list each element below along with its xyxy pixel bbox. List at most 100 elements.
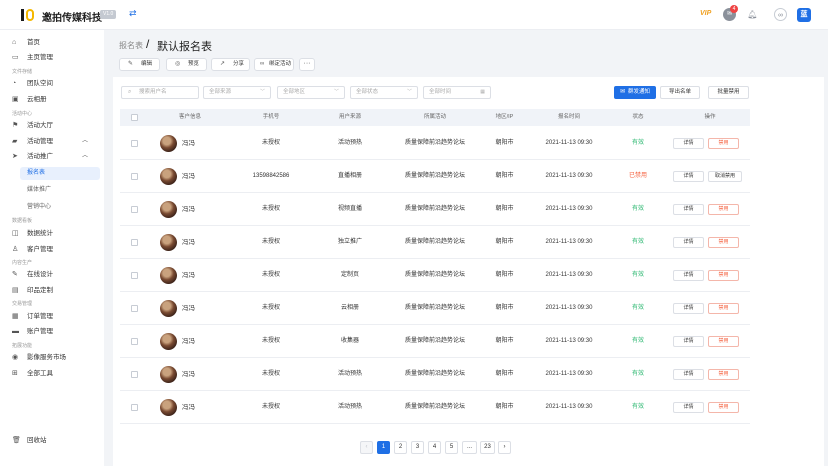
sidebar-item-activity-manage[interactable]: ▰ 活动管理 ︿ [0,135,104,148]
detail-button[interactable]: 详情 [673,171,704,182]
page-button-3[interactable]: 3 [411,441,424,454]
page-button-23[interactable]: 23 [480,441,495,454]
row-checkbox[interactable] [131,206,138,213]
broadcast-notify-button[interactable]: ✉ 群发通知 [614,86,656,99]
phone-cell: 未授权 [261,140,280,146]
status-select[interactable]: 全部状态 ﹀ [350,86,418,99]
breadcrumb-parent[interactable]: 报名表 [119,40,143,51]
eye-icon: ◎ [175,61,181,67]
export-list-button[interactable]: 导出名单 [660,86,700,99]
detail-button[interactable]: 详情 [673,369,704,380]
unban-button[interactable]: 取消禁用 [708,171,742,182]
region-cell: 朝阳市 [495,404,514,410]
sidebar-item-activity-promo[interactable]: ➤ 活动推广 ︿ [0,150,104,163]
preview-button[interactable]: ◎ 预览 [166,58,207,71]
row-checkbox[interactable] [131,404,138,411]
sidebar-group-extend: 拓展功能 [12,343,33,349]
share-button[interactable]: ↗ 分享 [211,58,250,71]
table-row: 冯冯 未授权 活动预热 质量保障前沿趋势论坛 朝阳市 2021-11-13 09:30 有效… [120,391,750,424]
next-page-button[interactable]: › [498,441,511,454]
customer-avatar [160,399,177,416]
sidebar-item-account[interactable]: ▬ 账户管理 [0,325,104,338]
sidebar-item-print-custom[interactable]: ▤ 印品定制 [0,284,104,297]
source-select[interactable]: 全部来源 ﹀ [203,86,271,99]
ban-button[interactable]: 禁用 [708,270,739,281]
activity-cell: 质量保障前沿趋势论坛 [404,173,465,179]
ban-button[interactable]: 禁用 [708,336,739,347]
column-activity: 所属活动 [423,114,446,120]
row-checkbox[interactable] [131,371,138,378]
region-select[interactable]: 全部地区 ﹀ [277,86,345,99]
page-button-4[interactable]: 4 [428,441,441,454]
page-button-5[interactable]: 5 [445,441,458,454]
bell-icon[interactable]: 🔔︎ [746,8,759,21]
sidebar-item-home[interactable]: ⌂ 首页 [0,36,104,49]
sidebar-subitem-marketing[interactable]: 营销中心 [0,201,104,214]
sidebar-item-recycle-bin[interactable]: 🗑︎ 回收站 [0,434,104,447]
edit-button[interactable]: ✎ 编辑 [119,58,160,71]
activity-cell: 质量保障前沿趋势论坛 [404,239,465,245]
sidebar-item-customers[interactable]: ♙ 客户管理 [0,243,104,256]
activity-cell: 质量保障前沿趋势论坛 [404,371,465,377]
page-button-1[interactable]: 1 [377,441,390,454]
source-cell: 云相册 [340,305,359,311]
source-cell: 独立推广 [337,239,362,245]
chevron-down-icon: ﹀ [259,89,265,95]
table-row: 冯冯 未授权 活动预热 质量保障前沿趋势论坛 朝阳市 2021-11-13 09:30 有效… [120,358,750,391]
sidebar-item-all-tools[interactable]: ⊞ 全部工具 [0,367,104,380]
sidebar-group-activity: 活动中心 [12,111,33,117]
sidebar-item-activity-hall[interactable]: ⚑ 活动大厅 [0,119,104,132]
ban-button[interactable]: 禁用 [708,303,739,314]
sidebar-item-stats[interactable]: ◫ 数据统计 [0,227,104,240]
batch-ban-button[interactable]: 批量禁用 [708,86,749,99]
ban-button[interactable]: 禁用 [708,204,739,215]
select-all-checkbox[interactable] [131,114,138,121]
page-button-2[interactable]: 2 [394,441,407,454]
search-input[interactable]: ⌕ 搜索用户名 [121,86,199,99]
column-phone: 手机号 [262,114,280,120]
ban-button[interactable]: 禁用 [708,237,739,248]
detail-button[interactable]: 详情 [673,138,704,149]
ban-button[interactable]: 禁用 [708,138,739,149]
detail-button[interactable]: 详情 [673,270,704,281]
page-ellipsis[interactable]: ... [462,441,477,454]
activity-cell: 质量保障前沿趋势论坛 [404,272,465,278]
sidebar-item-image-market[interactable]: ◉ 影像服务市场 [0,351,104,364]
sidebar-subitem-media-promo[interactable]: 媒体推广 [0,184,104,197]
phone-cell: 未授权 [261,371,280,377]
detail-button[interactable]: 详情 [673,204,704,215]
status-badge: 有效 [631,140,644,146]
grid-icon: ⊞ [12,370,18,377]
user-avatar[interactable]: 蓝 [797,8,811,22]
prev-page-button[interactable]: ‹ [360,441,373,454]
sidebar-subitem-signup-form[interactable]: 报名表 [20,167,100,180]
row-checkbox[interactable] [131,305,138,312]
sidebar: ⌂ 首页 ▭ 主页管理 文件存储 ◔ 团队空间 ▣ 云相册 活动中心 ⚑ 活动大厅 ▰ 活动… [0,30,104,466]
sidebar-item-online-design[interactable]: ✎ 在线设计 [0,268,104,281]
ban-button[interactable]: 禁用 [708,369,739,380]
detail-button[interactable]: 详情 [673,402,704,413]
detail-button[interactable]: 详情 [673,336,704,347]
ban-button[interactable]: 禁用 [708,402,739,413]
row-checkbox[interactable] [131,140,138,147]
row-checkbox[interactable] [131,272,138,279]
detail-button[interactable]: 详情 [673,303,704,314]
time-select[interactable]: 全部时间 ▦ [423,86,491,99]
detail-button[interactable]: 详情 [673,237,704,248]
sidebar-item-team-space[interactable]: ◔ 团队空间 [0,77,104,90]
vip-badge[interactable]: VIP [700,10,711,17]
sidebar-item-cloud-album[interactable]: ▣ 云相册 [0,93,104,106]
bind-activity-button[interactable]: ∞ 绑定活动 [254,58,294,71]
row-checkbox[interactable] [131,239,138,246]
switch-org-icon[interactable]: ⇄ [129,8,137,19]
table-row: 冯冯 未授权 活动预热 质量保障前沿趋势论坛 朝阳市 2021-11-13 09:30 有效… [120,127,750,160]
phone-cell: 未授权 [261,305,280,311]
link-icon[interactable]: ∞ [774,8,787,21]
row-checkbox[interactable] [131,173,138,180]
sidebar-item-homepage-manage[interactable]: ▭ 主页管理 [0,51,104,64]
sidebar-item-orders[interactable]: ▦ 订单管理 [0,310,104,323]
row-checkbox[interactable] [131,338,138,345]
more-button[interactable]: ··· [299,58,315,71]
status-badge: 已禁用 [628,173,647,179]
customer-name: 冯冯 [182,404,195,411]
